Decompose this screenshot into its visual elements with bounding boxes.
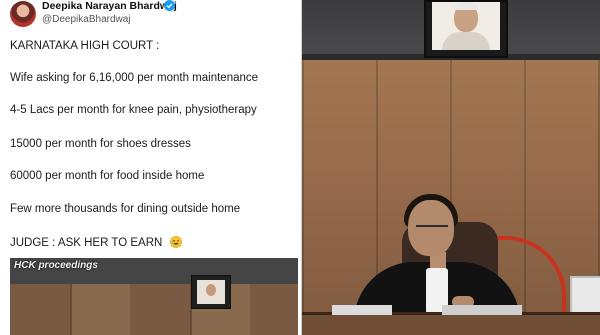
embed-portrait [191, 275, 231, 309]
desk-papers [442, 305, 522, 315]
verified-badge-icon [164, 0, 175, 11]
tweet-text-line: 60000 per month for food inside home [10, 170, 205, 182]
embedded-video-thumbnail[interactable]: HCK proceedings [10, 258, 298, 335]
tweet-text-line: KARNATAKA HIGH COURT : [10, 40, 160, 52]
wall-portrait [424, 0, 508, 58]
tweet-text-line: Few more thousands for dining outside ho… [10, 203, 241, 215]
tweet-text-line: Wife asking for 6,16,000 per month maint… [10, 72, 259, 84]
desk-papers [332, 305, 392, 315]
judge-glasses [416, 225, 448, 233]
rolling-on-floor-laughing-icon [169, 236, 182, 248]
court-video-frame[interactable] [302, 0, 600, 335]
tweet-text-judge: JUDGE : ASK HER TO EARN [10, 237, 163, 249]
embed-wood-panels [10, 284, 298, 335]
tweet-header: Deepika Narayan Bhardwaj @DeepikaBhardwa… [10, 0, 300, 28]
author-name[interactable]: Deepika Narayan Bhardwaj [42, 0, 177, 12]
author-handle[interactable]: @DeepikaBhardwaj [42, 14, 131, 25]
tweet-text-line: 15000 per month for shoes dresses [10, 138, 191, 150]
tweet-text-line: 4-5 Lacs per month for knee pain, physio… [10, 104, 257, 116]
avatar[interactable] [10, 1, 36, 27]
embed-caption: HCK proceedings [14, 260, 98, 271]
tweet-text-line-last: JUDGE : ASK HER TO EARN [10, 236, 182, 249]
tweet-panel: Deepika Narayan Bhardwaj @DeepikaBhardwa… [0, 0, 302, 335]
judge-desk [302, 312, 600, 335]
